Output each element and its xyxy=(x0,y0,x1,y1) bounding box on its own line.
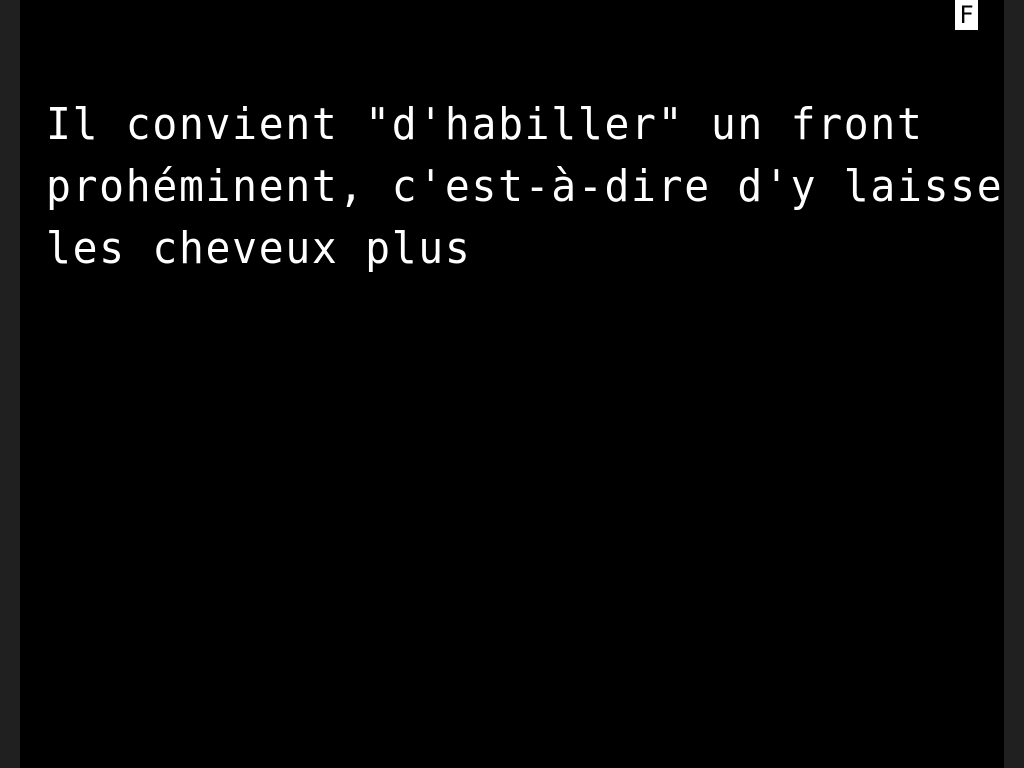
mode-indicator: F xyxy=(955,0,978,30)
terminal-screen: F Il convient "d'habiller" un front proh… xyxy=(20,0,1004,768)
text-page: Il convient "d'habiller" un front prohém… xyxy=(46,94,1004,280)
text-line-3: les cheveux plus xyxy=(46,223,472,274)
text-line-1: Il convient "d'habiller" un front xyxy=(46,99,924,150)
terminal-frame: F Il convient "d'habiller" un front proh… xyxy=(0,0,1024,768)
text-line-2: prohéminent, c'est-à-dire d'y laisser xyxy=(46,161,1004,212)
